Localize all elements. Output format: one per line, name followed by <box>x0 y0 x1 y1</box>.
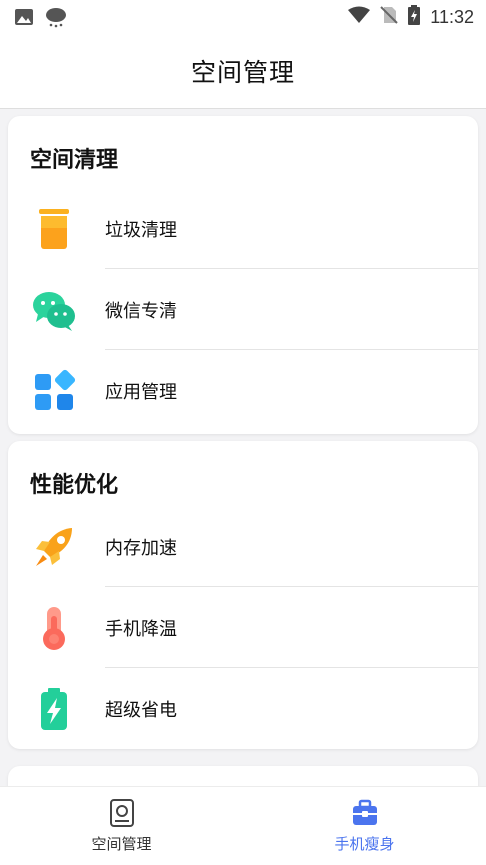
app-header: 空间管理 <box>0 34 486 109</box>
wechat-icon <box>32 288 76 332</box>
apps-grid-icon <box>32 369 76 413</box>
power-saving-item[interactable]: 超级省电 <box>8 669 478 749</box>
app-manage-item[interactable]: 应用管理 <box>8 351 478 431</box>
space-cleanup-card: 空间清理 垃圾清理 微信专清 应用管理 <box>8 116 478 434</box>
memory-boost-item[interactable]: 内存加速 <box>8 507 478 587</box>
item-label: 微信专清 <box>105 301 177 322</box>
divider <box>105 667 478 668</box>
nav-label: 手机瘦身 <box>334 835 395 853</box>
item-label: 应用管理 <box>105 382 177 403</box>
junk-clean-item[interactable]: 垃圾清理 <box>8 189 478 269</box>
nav-space-manage[interactable]: 空间管理 <box>0 787 243 865</box>
more-card <box>8 766 478 786</box>
content-area[interactable]: 空间清理 垃圾清理 微信专清 应用管理 性能优化 内存加速 手机降温 超级省电 <box>0 109 486 786</box>
battery-icon <box>32 687 76 731</box>
nav-label: 空间管理 <box>91 835 152 853</box>
thermometer-icon <box>32 606 76 650</box>
status-bar: 11:32 <box>0 0 486 34</box>
rocket-icon <box>32 525 76 569</box>
wifi-icon <box>348 6 371 28</box>
section-title: 性能优化 <box>30 473 119 498</box>
item-label: 手机降温 <box>105 619 177 640</box>
status-time: 11:32 <box>430 6 474 27</box>
wechat-clean-item[interactable]: 微信专清 <box>8 270 478 350</box>
page-title: 空间管理 <box>190 58 295 87</box>
battery-charging-icon <box>408 5 421 29</box>
bottom-navigation: 空间管理 手机瘦身 <box>0 786 486 865</box>
image-notification-icon <box>14 8 34 30</box>
divider <box>105 268 478 269</box>
performance-card: 性能优化 内存加速 手机降温 超级省电 <box>8 441 478 749</box>
phone-cooling-item[interactable]: 手机降温 <box>8 588 478 668</box>
item-label: 超级省电 <box>105 700 177 721</box>
trash-bin-icon <box>32 207 76 251</box>
section-title: 空间清理 <box>30 148 119 173</box>
item-label: 垃圾清理 <box>105 220 177 241</box>
cloud-rain-icon <box>44 6 68 32</box>
item-label: 内存加速 <box>105 538 177 559</box>
nav-phone-slim[interactable]: 手机瘦身 <box>243 787 486 865</box>
storage-icon <box>109 799 135 827</box>
divider <box>105 349 478 350</box>
briefcase-icon <box>352 799 378 827</box>
no-sim-icon <box>380 6 398 28</box>
divider <box>105 586 478 587</box>
